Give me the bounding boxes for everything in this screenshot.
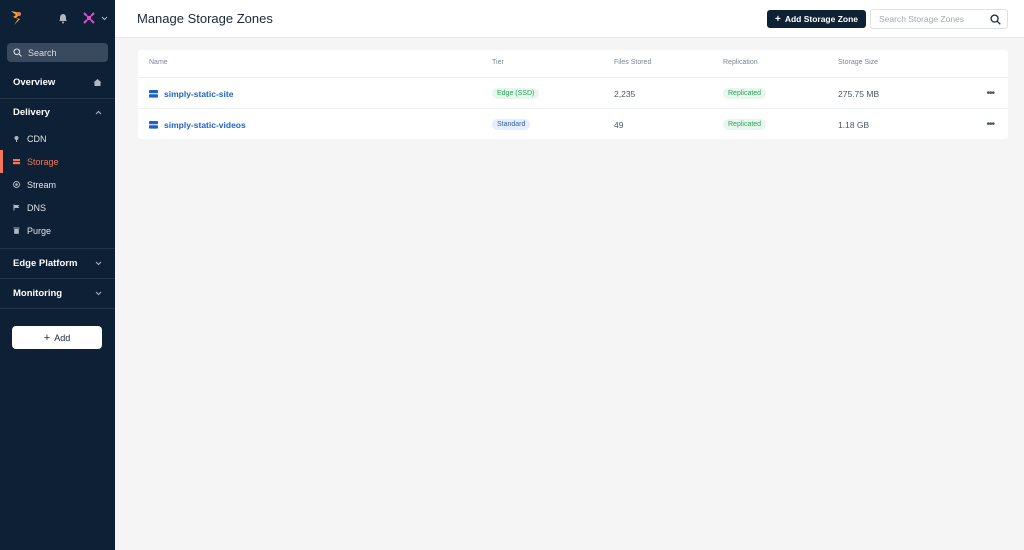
tier-cell: Standard	[492, 109, 531, 140]
sidebar-search[interactable]: Search	[7, 43, 108, 62]
storage-icon	[13, 159, 20, 165]
sidebar-item-cdn[interactable]: CDN	[0, 127, 115, 150]
more-icon[interactable]: •••	[986, 109, 994, 140]
sidebar-item-dns[interactable]: DNS	[0, 196, 115, 219]
sidebar-section-monitoring[interactable]: Monitoring	[0, 279, 115, 308]
bunny-logo-icon[interactable]	[8, 9, 24, 27]
sidebar-item-purge[interactable]: Purge	[0, 219, 115, 242]
avatar-icon[interactable]	[82, 11, 96, 25]
storage-zone-search-input[interactable]: Search Storage Zones	[870, 9, 1008, 29]
monitoring-label: Monitoring	[13, 288, 63, 299]
column-header-name[interactable]: Name	[149, 59, 168, 66]
home-icon	[93, 79, 102, 86]
replication-cell: Replicated	[723, 78, 767, 109]
replication-badge: Replicated	[723, 88, 767, 99]
sidebar-section-edge-platform[interactable]: Edge Platform	[0, 249, 115, 278]
purge-icon	[13, 227, 20, 234]
storage-zones-table: Name Tier Files Stored Replication Stora…	[138, 50, 1008, 139]
cdn-label: CDN	[27, 133, 47, 144]
sidebar-item-stream[interactable]: Stream	[0, 173, 115, 196]
size-cell: 275.75 MB	[838, 88, 880, 99]
sidebar-top	[0, 0, 115, 38]
size-cell: 1.18 GB	[838, 119, 870, 130]
storage-label: Storage	[27, 156, 59, 167]
zone-name-link[interactable]: simply-static-videos	[149, 109, 246, 140]
zone-name: simply-static-videos	[164, 119, 246, 130]
column-header-tier[interactable]: Tier	[492, 59, 504, 66]
sidebar-section-delivery[interactable]: Delivery	[0, 98, 115, 127]
storage-zone-icon	[149, 89, 158, 98]
tier-badge: Standard	[492, 119, 531, 130]
dns-label: DNS	[27, 202, 47, 213]
files-cell: 49	[614, 119, 624, 130]
add-button[interactable]: + Add	[12, 326, 102, 349]
replication-cell: Replicated	[723, 109, 767, 140]
sidebar: Search Overview Delivery CDN Storage Str…	[0, 0, 115, 550]
page-header: Manage Storage Zones + Add Storage Zone …	[115, 0, 1024, 38]
delivery-label: Delivery	[13, 107, 50, 118]
plus-icon: +	[43, 331, 51, 344]
bell-icon[interactable]	[58, 13, 68, 24]
chevron-up-icon	[95, 110, 102, 115]
replication-badge: Replicated	[723, 119, 767, 130]
chevron-down-icon[interactable]	[101, 16, 108, 21]
sidebar-item-overview[interactable]: Overview	[0, 68, 115, 97]
column-header-replication[interactable]: Replication	[723, 59, 758, 66]
tier-cell: Edge (SSD)	[492, 78, 540, 109]
chevron-down-icon	[95, 291, 102, 296]
page-title: Manage Storage Zones	[137, 11, 273, 26]
zone-name: simply-static-site	[164, 88, 234, 99]
table-row[interactable]: simply-static-site Edge (SSD) 2,235 Repl…	[138, 77, 1008, 108]
storage-zone-icon	[149, 120, 158, 129]
zone-name-link[interactable]: simply-static-site	[149, 78, 233, 109]
tier-badge: Edge (SSD)	[492, 88, 540, 99]
purge-label: Purge	[27, 225, 52, 236]
overview-label: Overview	[13, 77, 56, 88]
add-label: Add	[54, 332, 71, 343]
search-icon	[13, 48, 22, 57]
files-cell: 2,235	[614, 88, 636, 99]
search-label: Search	[28, 47, 57, 58]
table-row[interactable]: simply-static-videos Standard 49 Replica…	[138, 108, 1008, 139]
search-placeholder: Search Storage Zones	[879, 14, 965, 24]
plus-icon: +	[774, 13, 781, 25]
search-icon[interactable]	[990, 14, 1001, 25]
divider	[0, 308, 115, 309]
stream-label: Stream	[27, 179, 57, 190]
cdn-icon	[14, 136, 19, 142]
add-storage-zone-button[interactable]: + Add Storage Zone	[767, 10, 866, 28]
sidebar-item-storage[interactable]: Storage	[0, 150, 115, 173]
edge-platform-label: Edge Platform	[13, 258, 78, 269]
column-header-files[interactable]: Files Stored	[614, 59, 651, 66]
chevron-down-icon	[95, 261, 102, 266]
stream-icon	[13, 181, 20, 188]
more-icon[interactable]: •••	[986, 78, 994, 109]
dns-icon	[13, 204, 20, 211]
add-storage-zone-label: Add Storage Zone	[784, 14, 859, 24]
column-header-size[interactable]: Storage Size	[838, 59, 878, 66]
